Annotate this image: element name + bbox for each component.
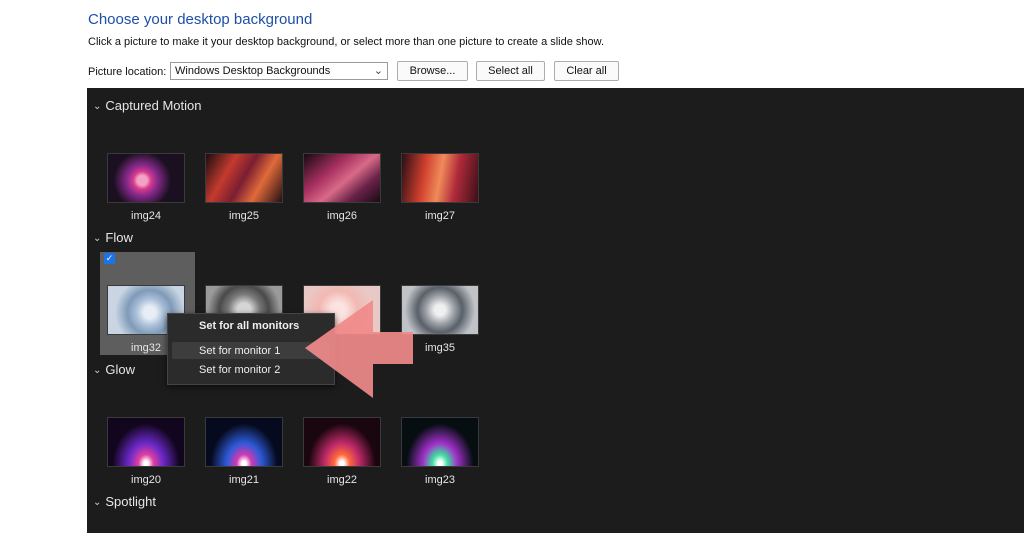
wallpaper-thumbnail (107, 417, 185, 467)
picture-location-label: Picture location: (88, 66, 167, 78)
chevron-down-icon: ⌄ (93, 101, 102, 112)
wallpaper-thumbnail (401, 417, 479, 467)
wallpaper-tile[interactable]: img27 (401, 153, 479, 222)
wallpaper-tile[interactable]: img24 (107, 153, 185, 222)
select-all-button[interactable]: Select all (476, 61, 545, 81)
browse-button[interactable]: Browse... (397, 61, 468, 81)
chevron-down-icon: ⌄ (93, 365, 102, 376)
chevron-down-icon: ⌄ (93, 233, 102, 244)
menu-item-set-monitor-1[interactable]: Set for monitor 1 (199, 345, 280, 357)
wallpaper-thumbnail (107, 153, 185, 203)
page-subtitle: Click a picture to make it your desktop … (88, 36, 605, 48)
wallpaper-thumbnail (303, 153, 381, 203)
wallpaper-label: img22 (327, 474, 357, 486)
wallpaper-thumbnail (205, 417, 283, 467)
wallpaper-label: img21 (229, 474, 259, 486)
picture-location-dropdown[interactable]: Windows Desktop Backgrounds ⌄ (170, 62, 388, 80)
chevron-down-icon: ⌄ (373, 65, 383, 77)
wallpaper-thumbnail (401, 153, 479, 203)
group-title: Captured Motion (105, 98, 202, 113)
arrow-annotation (305, 300, 413, 398)
group-header-glow[interactable]: ⌄ Glow (93, 362, 135, 377)
wallpaper-tile[interactable]: img22 (303, 417, 381, 486)
chevron-down-icon: ⌄ (93, 497, 102, 508)
wallpaper-tile[interactable]: img23 (401, 417, 479, 486)
wallpaper-label: img25 (229, 210, 259, 222)
group-title: Spotlight (105, 494, 156, 509)
wallpaper-label: img26 (327, 210, 357, 222)
wallpaper-label: img20 (131, 474, 161, 486)
picture-location-value: Windows Desktop Backgrounds (175, 65, 331, 77)
wallpaper-label: img24 (131, 210, 161, 222)
wallpaper-tile[interactable]: img21 (205, 417, 283, 486)
menu-item-set-monitor-2[interactable]: Set for monitor 2 (199, 364, 280, 376)
wallpaper-label: img27 (425, 210, 455, 222)
group-title: Flow (105, 230, 133, 245)
wallpaper-label: img23 (425, 474, 455, 486)
checkmark-icon[interactable]: ✓ (104, 253, 115, 264)
page-title: Choose your desktop background (88, 11, 313, 28)
wallpaper-thumbnail (303, 417, 381, 467)
menu-item-set-all-monitors[interactable]: Set for all monitors (199, 320, 299, 332)
group-title: Glow (105, 362, 136, 377)
group-header-flow[interactable]: ⌄ Flow (93, 230, 133, 245)
clear-all-button[interactable]: Clear all (554, 61, 619, 81)
wallpaper-tile[interactable]: img25 (205, 153, 283, 222)
group-header-captured-motion[interactable]: ⌄ Captured Motion (93, 98, 202, 113)
wallpaper-tile[interactable]: img20 (107, 417, 185, 486)
wallpaper-thumbnail (205, 153, 283, 203)
wallpaper-tile[interactable]: img26 (303, 153, 381, 222)
group-header-spotlight[interactable]: ⌄ Spotlight (93, 494, 156, 509)
